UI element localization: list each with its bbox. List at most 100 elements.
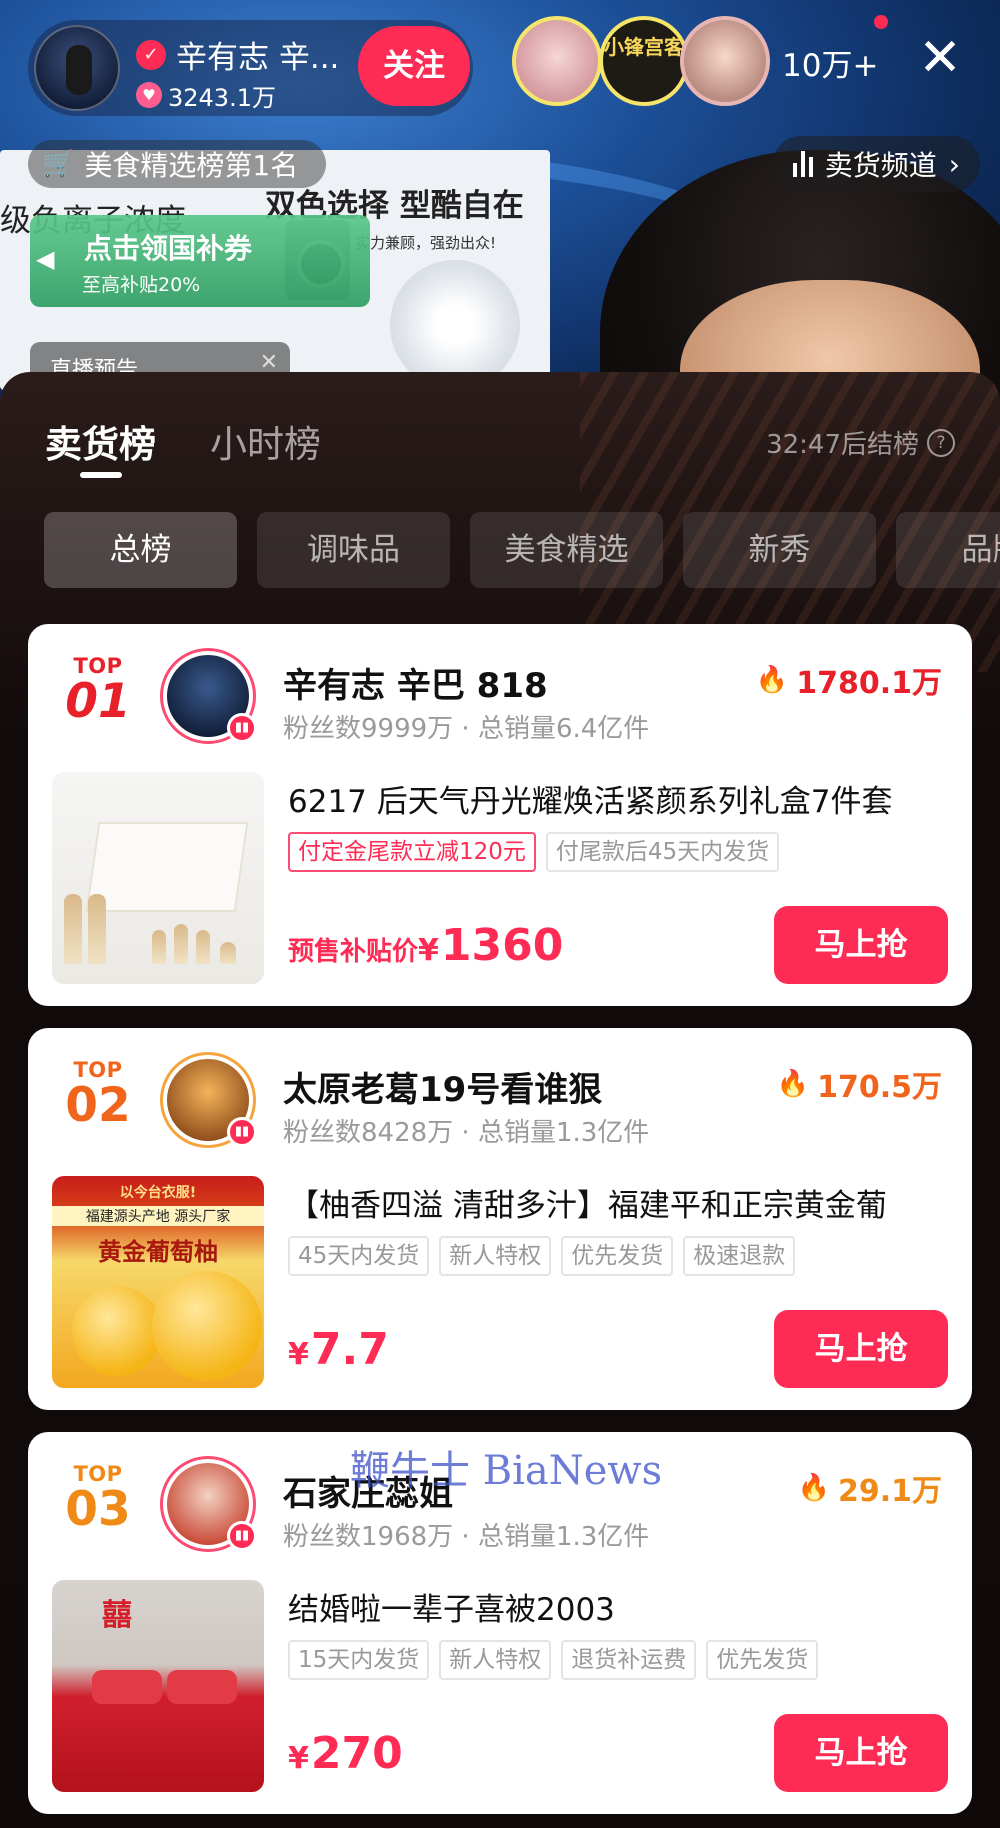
product-tag: 新人特权	[439, 1640, 552, 1680]
product-tag: 极速退款	[683, 1236, 796, 1276]
product-tags: 15天内发货 新人特权 退货补运费 优先发货	[288, 1640, 819, 1680]
viewer-count[interactable]: 10万+	[782, 40, 878, 85]
streamer-avatar[interactable]: ▮▮	[160, 648, 257, 744]
product-thumbnail[interactable]: 以今台衣服! 福建源头产地 源头厂家 黄金葡萄柚	[52, 1176, 264, 1388]
streamer-stats: 粉丝数1968万 · 总销量1.3亿件	[283, 1522, 650, 1552]
live-bars-icon: ▮▮	[227, 713, 257, 743]
product-tag: 付定金尾款立减120元	[288, 832, 536, 872]
help-icon[interactable]: ?	[927, 428, 955, 457]
close-stream-button[interactable]: ✕	[910, 28, 970, 88]
category-filter-row: 总榜 调味品 美食精选 新秀 品牌	[44, 512, 1000, 588]
streamer-avatar[interactable]: ▮▮	[160, 1052, 257, 1148]
live-bars-icon: ▮▮	[227, 1117, 257, 1147]
product-title[interactable]: 6217 后天气丹光耀焕活紧颜系列礼盒7件套	[288, 776, 958, 821]
bar-chart-icon	[792, 151, 813, 177]
product-tag: 15天内发货	[288, 1640, 430, 1680]
flame-icon: 🔥	[776, 1069, 810, 1099]
cart-icon: 🛒	[42, 149, 75, 179]
category-chip-food[interactable]: 美食精选	[470, 512, 663, 588]
buy-now-button[interactable]: 马上抢	[774, 906, 948, 984]
live-bars-icon: ▮▮	[227, 1521, 257, 1551]
promo-board-subtitle: 实力兼顾，强劲出众!	[355, 234, 497, 252]
product-tags: 45天内发货 新人特权 优先发货 极速退款	[288, 1236, 796, 1276]
buy-now-button[interactable]: 马上抢	[774, 1310, 948, 1388]
rank-tag[interactable]: 🛒 美食精选榜第1名	[28, 140, 327, 188]
thumb-banner: 以今台衣服!	[119, 1185, 197, 1201]
coupon-subtitle: 至高补贴20%	[82, 274, 201, 296]
product-thumbnail[interactable]	[52, 772, 264, 984]
price-value: 270	[310, 1728, 403, 1779]
host-likes-count: 3243.1万	[168, 84, 276, 112]
product-tag: 45天内发货	[288, 1236, 430, 1276]
arrow-left-icon: ◀	[36, 245, 55, 273]
coupon-entry[interactable]: ◀ 点击领国补券 至高补贴20%	[30, 215, 370, 307]
viewer-avatar[interactable]	[680, 16, 770, 106]
category-chip-newcomer[interactable]: 新秀	[683, 512, 876, 588]
price-prefix: 预售补贴价	[288, 937, 419, 967]
tab-sales-rank[interactable]: 卖货榜	[45, 414, 156, 468]
viewer-avatar[interactable]	[512, 16, 602, 106]
streamer-name[interactable]: 太原老葛19号看谁狠	[283, 1062, 602, 1111]
product-price: ¥ 7.7	[288, 1324, 389, 1375]
price-value: 7.7	[310, 1324, 389, 1375]
streamer-stats: 粉丝数8428万 · 总销量1.3亿件	[283, 1118, 650, 1148]
countdown-text: 32:47后结榜	[766, 430, 919, 460]
rank-countdown: 32:47后结榜 ?	[766, 424, 955, 461]
active-tab-indicator	[80, 472, 122, 478]
streamer-stats: 粉丝数9999万 · 总销量6.4亿件	[283, 714, 650, 744]
flame-icon: 🔥	[755, 665, 789, 695]
heart-icon: ♥	[136, 82, 162, 108]
fan-image	[390, 260, 520, 390]
currency-symbol: ¥	[288, 1741, 309, 1776]
buy-now-button[interactable]: 马上抢	[774, 1714, 948, 1792]
rank-number: 03	[65, 1482, 131, 1537]
verified-check-icon: ✓	[136, 40, 166, 70]
rank-badge: TOP 03	[58, 1462, 138, 1534]
rank-tag-label: 美食精选榜第1名	[84, 149, 299, 182]
rank-card[interactable]: TOP 01 ▮▮ 辛有志 辛巴 818 粉丝数9999万 · 总销量6.4亿件…	[28, 624, 972, 1006]
heat-value: 🔥 29.1万	[798, 1466, 942, 1510]
product-tag: 新人特权	[439, 1236, 552, 1276]
product-price: ¥ 270	[288, 1728, 403, 1779]
thumb-title: 黄金葡萄柚	[98, 1238, 218, 1266]
product-title[interactable]: 【柚香四溢 清甜多汁】福建平和正宗黄金葡	[288, 1180, 958, 1225]
streamer-avatar[interactable]: ▮▮	[160, 1456, 257, 1552]
rank-number: 01	[65, 674, 131, 729]
heat-number: 1780.1万	[796, 666, 942, 701]
rank-number: 02	[65, 1078, 131, 1133]
sales-channel-button[interactable]: 卖货频道 ›	[772, 136, 980, 192]
product-title[interactable]: 结婚啦一辈子喜被2003	[288, 1584, 958, 1629]
tab-hourly-rank[interactable]: 小时榜	[210, 414, 321, 468]
product-tag: 优先发货	[706, 1640, 819, 1680]
category-chip-brand[interactable]: 品牌	[896, 512, 1000, 588]
product-tag: 优先发货	[561, 1236, 674, 1276]
product-tag: 退货补运费	[561, 1640, 697, 1680]
product-thumbnail[interactable]: 囍	[52, 1580, 264, 1792]
watermark: 鞭牛士 BiaNews	[350, 1448, 663, 1494]
chevron-right-icon: ›	[948, 147, 960, 181]
notification-dot	[874, 15, 888, 29]
host-avatar[interactable]	[34, 25, 120, 111]
heat-value: 🔥 1780.1万	[756, 658, 942, 702]
coupon-title: 点击领国补券	[84, 232, 253, 265]
host-name: 辛有志 辛...	[176, 40, 340, 76]
heat-number: 170.5万	[817, 1070, 942, 1105]
product-price: 预售补贴价 ¥ 1360	[288, 920, 563, 971]
rank-badge: TOP 01	[58, 654, 138, 726]
rank-card[interactable]: TOP 02 ▮▮ 太原老葛19号看谁狠 粉丝数8428万 · 总销量1.3亿件…	[28, 1028, 972, 1410]
product-tag: 付尾款后45天内发货	[545, 832, 780, 872]
heat-number: 29.1万	[837, 1474, 942, 1509]
thumb-sub: 福建源头产地 源头厂家	[52, 1206, 264, 1226]
rank-badge: TOP 02	[58, 1058, 138, 1130]
currency-symbol: ¥	[288, 1337, 309, 1372]
sales-channel-label: 卖货频道	[824, 149, 937, 182]
heat-value: 🔥 170.5万	[777, 1062, 942, 1106]
category-chip-seasoning[interactable]: 调味品	[257, 512, 450, 588]
category-chip-all[interactable]: 总榜	[44, 512, 237, 588]
price-value: 1360	[440, 920, 564, 971]
streamer-name[interactable]: 辛有志 辛巴 818	[283, 658, 548, 707]
follow-button[interactable]: 关注	[358, 26, 470, 106]
currency-symbol: ¥	[418, 933, 439, 968]
double-happiness-mark: 囍	[102, 1598, 132, 1633]
viewer-avatar[interactable]: 小锋宫客	[599, 16, 689, 106]
